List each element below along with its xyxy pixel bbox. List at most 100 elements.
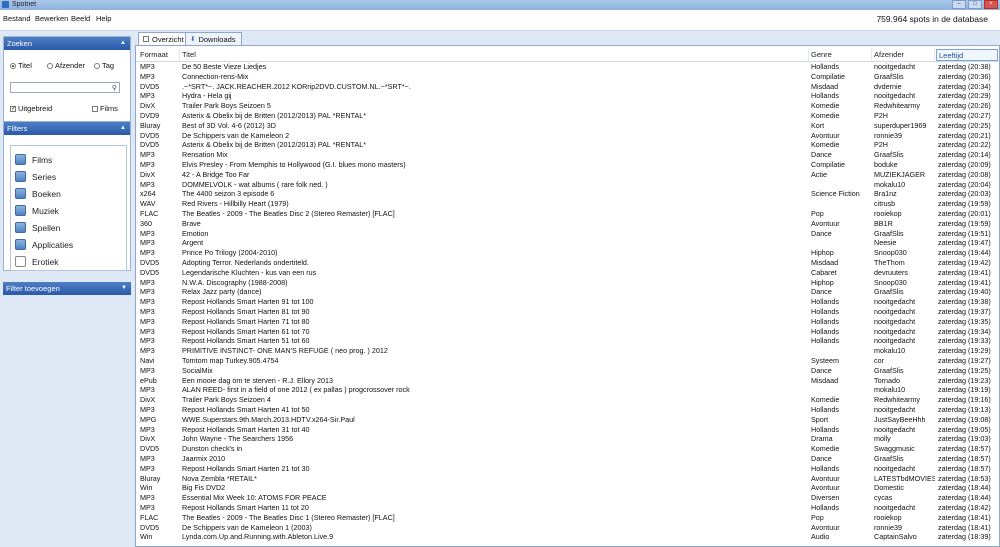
table-row[interactable]: MPG WWE.Superstars.9th.March.2013.HDTV.x2… <box>136 415 999 425</box>
filter-item-erotiek[interactable]: Erotiek <box>15 256 58 267</box>
cell-titel: Hydra - Hela gij <box>182 91 232 101</box>
table-row[interactable]: MP3 Repost Hollands Smart Harten 81 tot 9… <box>136 307 999 317</box>
table-row[interactable]: DVD9 Asterix & Obelix bij de Britten (201… <box>136 111 999 121</box>
cell-afzender: nooitgedacht <box>874 307 916 316</box>
table-row[interactable]: MP3 Hydra - Hela gij Hollands nooitgedacht z… <box>136 91 999 101</box>
table-row[interactable]: DVD5 Adopting Terror. Nederlands ondertit… <box>136 258 999 268</box>
table-row[interactable]: Win Big Fis DVD2 Avontuur Domestic zaterdag … <box>136 483 999 493</box>
table-row[interactable]: MP3 Repost Hollands Smart Harten 51 tot 6… <box>136 336 999 346</box>
table-row[interactable]: MP3 Repost Hollands Smart Harten 91 tot 1… <box>136 297 999 307</box>
add-filter-header[interactable]: Filter toevoegen ▼ <box>3 282 131 295</box>
table-row[interactable]: MP3 N.W.A. Discography (1988-2008) Hiphop S… <box>136 277 999 288</box>
table-row[interactable]: DivX Trailer Park Boys Seizoen 5 Komedie Re… <box>136 101 999 111</box>
table-row[interactable]: DVD5 Asterix & Obelix bij de Britten (201… <box>136 140 999 150</box>
cell-genre <box>811 199 872 209</box>
table-row[interactable]: DVD5 Legendarische Kluchten - kus van een… <box>136 268 999 278</box>
table-row[interactable]: x264 The 4400 seizon 3 episode 6 Science F… <box>136 189 999 199</box>
search-panel-header[interactable]: Zoeken ▲ <box>4 37 130 50</box>
cell-formaat: DivX <box>140 169 156 179</box>
close-button[interactable]: × <box>984 0 998 9</box>
filter-item-films[interactable]: Films <box>15 154 52 165</box>
cell-titel: 42 - A Bridge Too Far <box>182 169 250 179</box>
table-row[interactable]: DVD5 Dunston check's in Komedie Swaggmusic z… <box>136 444 999 454</box>
table-row[interactable]: MP3 Connection-rens-Mix Compilatie GraafSli… <box>136 72 999 82</box>
table-row[interactable]: DivX Trailer Park Boys Seizoen 4 Komedie Re… <box>136 395 999 405</box>
radio-afzender[interactable]: Afzender <box>47 61 85 70</box>
filter-label: Erotiek <box>32 256 59 267</box>
menu-help[interactable]: Help <box>96 14 111 23</box>
cell-leeftijd: zaterdag (19:44) <box>938 248 991 258</box>
table-row[interactable]: DivX 42 - A Bridge Too Far Actie MUZIEKJAGE… <box>136 169 999 180</box>
column-header-afzender[interactable]: Afzender <box>872 49 935 61</box>
column-header-genre[interactable]: Genre <box>809 49 872 61</box>
table-row[interactable]: FLAC The Beatles - 2009 - The Beatles Dis… <box>136 209 999 219</box>
filter-item-spellen[interactable]: Spellen <box>15 222 60 233</box>
table-row[interactable]: DVD5 De Schippers van de Kameleon 2 Avontu… <box>136 130 999 141</box>
column-header-titel[interactable]: Titel <box>180 49 809 61</box>
table-row[interactable]: MP3 Repost Hollands Smart Harten 61 tot 7… <box>136 327 999 337</box>
table-row[interactable]: DivX John Wayne - The Searchers 1956 Drama… <box>136 434 999 444</box>
menu-beeld[interactable]: Beeld <box>71 14 90 23</box>
table-row[interactable]: FLAC The Beatles - 2009 - The Beatles Dis… <box>136 513 999 523</box>
checkbox-uitgebreid[interactable]: ✓ Uitgebreid <box>10 104 52 113</box>
table-row[interactable]: Win Lynda.com.Up.and.Running.with.Ableton… <box>136 532 999 542</box>
table-row[interactable]: MP3 De 50 Beste Vieze Liedjes Hollands nooi… <box>136 62 999 72</box>
cell-leeftijd: zaterdag (19:42) <box>938 258 991 267</box>
cell-genre: Hiphop <box>811 277 834 287</box>
column-header-leeftijd[interactable]: Leeftijd <box>936 49 998 61</box>
cell-formaat: MP3 <box>140 405 155 414</box>
table-row[interactable]: MP3 Essential Mix Week 10: ATOMS FOR PEAC… <box>136 493 999 503</box>
table-row[interactable]: MP3 Prince Po Trilogy (2004-2010) Hiphop Sn… <box>136 248 999 258</box>
tab-downloads[interactable]: ⬇ Downloads <box>185 32 242 45</box>
cell-afzender: TheThom <box>874 258 905 267</box>
table-row[interactable]: MP3 Repost Hollands Smart Harten 11 tot 2… <box>136 503 999 513</box>
table-row[interactable]: Bluray Best of 3D Vol. 4-6 (2012) 3D Kort s… <box>136 121 999 131</box>
table-row[interactable]: MP3 ALAN REED- first in a field of one 20… <box>136 385 999 395</box>
table-row[interactable]: Navi Tomtom map Turkey.905.4754 Systeem cor… <box>136 356 999 366</box>
table-row[interactable]: ePub Een mooie dag om te sterven - R.J. E… <box>136 376 999 386</box>
cell-afzender: MUZIEKJAGER <box>874 169 926 179</box>
cell-titel: De Schippers van de Kameleon 2 <box>182 130 290 140</box>
filter-item-boeken[interactable]: Boeken <box>15 188 61 199</box>
maximize-button[interactable]: □ <box>968 0 982 9</box>
table-row[interactable]: MP3 Repost Hollands Smart Harten 21 tot 3… <box>136 464 999 474</box>
search-input[interactable]: ⚲ <box>10 82 120 93</box>
download-icon: ⬇ <box>190 35 196 43</box>
table-row[interactable]: DVD5 De Schippers van de Kameleon 1 (2003… <box>136 523 999 533</box>
cell-afzender: Bra1nz <box>874 189 897 199</box>
minimize-button[interactable]: – <box>952 0 966 9</box>
table-row[interactable]: WAV Red Rivers - Hillbilly Heart (1979) ci… <box>136 199 999 209</box>
table-row[interactable]: MP3 Relax Jazz party (dance) Dance GraafSli… <box>136 287 999 297</box>
cell-genre: Hollands <box>811 307 839 316</box>
search-icon[interactable]: ⚲ <box>112 84 117 92</box>
table-row[interactable]: MP3 Jaarmix 2010 Dance GraafSlis zaterdag (1… <box>136 454 999 464</box>
search-panel-title: Zoeken <box>7 39 33 48</box>
radio-titel[interactable]: Titel <box>10 61 32 70</box>
table-row[interactable]: MP3 PRIMITIVE INSTINCT- ONE MAN'S REFUGE … <box>136 346 999 356</box>
table-row[interactable]: MP3 Repost Hollands Smart Harten 71 tot 8… <box>136 317 999 327</box>
tab-overzicht[interactable]: Overzicht <box>138 32 189 45</box>
radio-tag[interactable]: Tag <box>94 61 114 70</box>
table-row[interactable]: DVD5 .~*SRT*~. JACK.REACHER.2012 KORrip2D… <box>136 82 999 92</box>
table-row[interactable]: MP3 SocialMix Dance GraafSlis zaterdag (19:2… <box>136 366 999 376</box>
table-row[interactable]: MP3 Elvis Presley - From Memphis to Holly… <box>136 160 999 170</box>
table-row[interactable]: MP3 Argent Neesie zaterdag (19:47) <box>136 238 999 248</box>
menu-bestand[interactable]: Bestand <box>3 14 31 23</box>
menu-bewerken[interactable]: Bewerken <box>35 14 68 23</box>
cell-genre: Komedie <box>811 111 840 120</box>
table-row[interactable]: MP3 Repost Hollands Smart Harten 41 tot 5… <box>136 405 999 415</box>
table-row[interactable]: MP3 Repost Hollands Smart Harten 31 tot 4… <box>136 425 999 435</box>
filter-item-applicaties[interactable]: Applicaties <box>15 239 73 250</box>
table-row[interactable]: 360 Brave Avontuur BB1R zaterdag (19:59) <box>136 219 999 229</box>
table-row[interactable]: MP3 Rensation Mix Dance GraafSlis zaterdag (… <box>136 150 999 160</box>
filter-item-muziek[interactable]: Muziek <box>15 205 59 216</box>
table-row[interactable]: Bluray Nova Zembla *RETAIL* Avontuur LATEST… <box>136 474 999 484</box>
table-row[interactable]: MP3 Emotion Dance GraafSlis zaterdag (19:51) <box>136 229 999 239</box>
column-header-formaat[interactable]: Formaat <box>138 49 180 61</box>
table-row[interactable]: MP3 DOMMELVOLK - wat albums ( rare folk n… <box>136 180 999 190</box>
filters-panel-header[interactable]: Filters ▲ <box>4 122 130 135</box>
application-icon <box>15 239 26 250</box>
filter-item-series[interactable]: Series <box>15 171 56 182</box>
checkbox-films[interactable]: Films <box>92 104 118 113</box>
cell-titel: Relax Jazz party (dance) <box>182 287 262 297</box>
